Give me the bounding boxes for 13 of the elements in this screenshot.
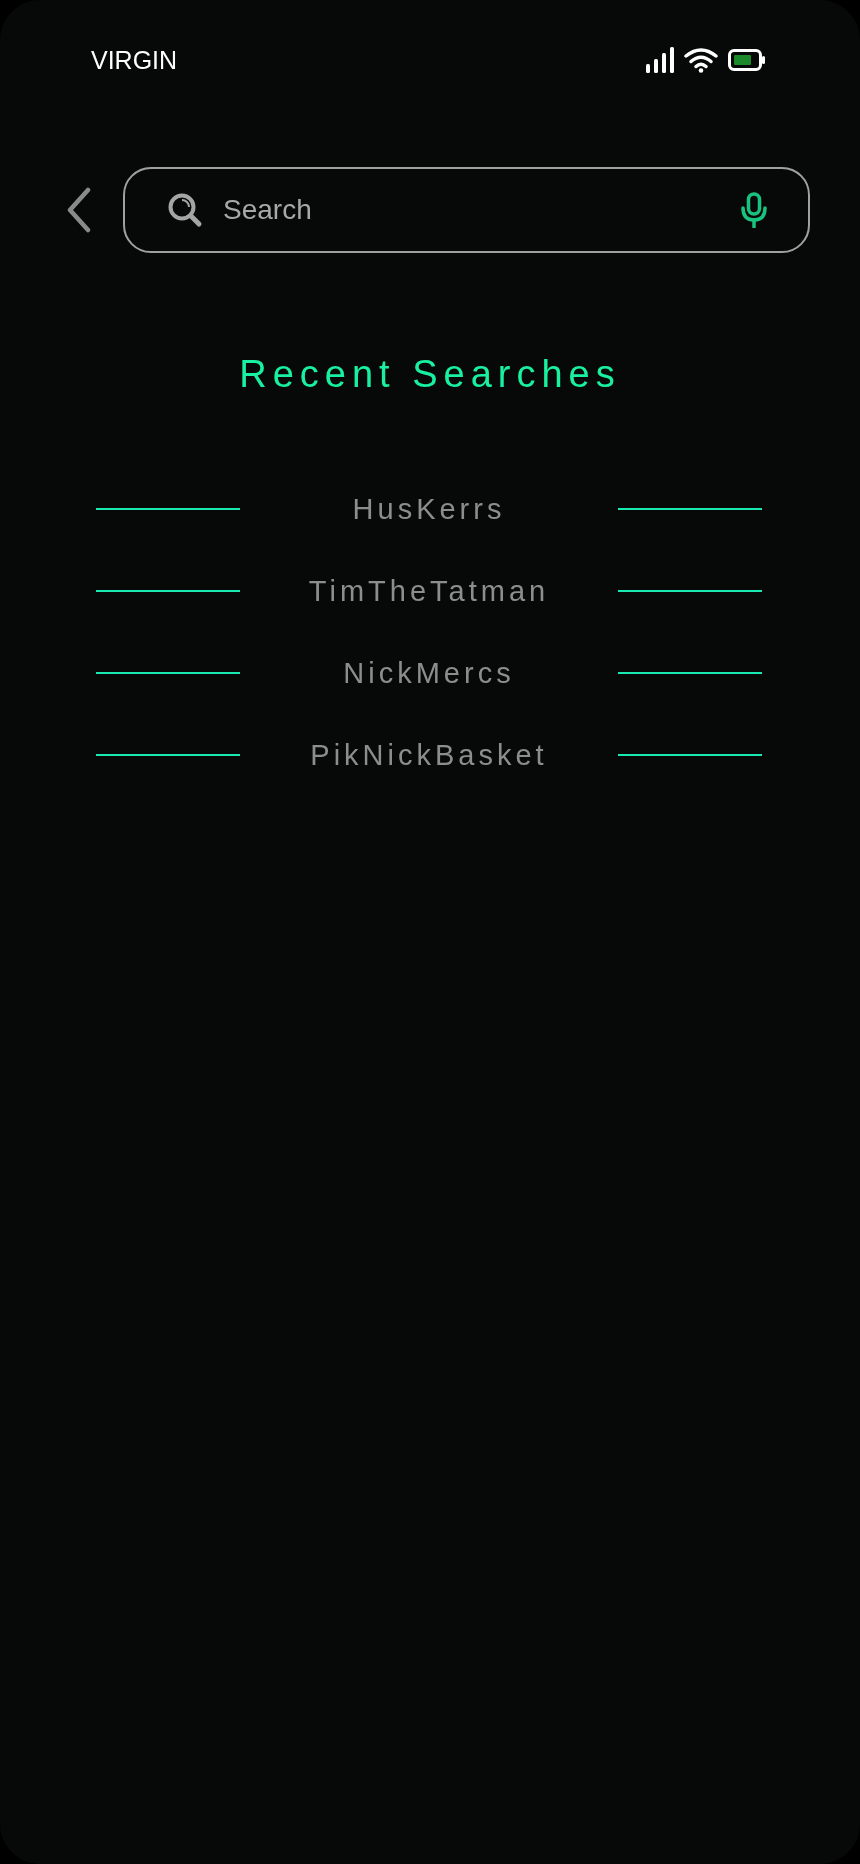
wifi-icon xyxy=(684,47,718,73)
section-title: Recent Searches xyxy=(238,353,622,396)
search-icon xyxy=(167,192,203,228)
battery-icon xyxy=(728,49,766,71)
recent-search-item[interactable]: PikNickBasket xyxy=(310,738,548,772)
recent-search-item[interactable]: NickMercs xyxy=(343,656,515,690)
recent-search-item[interactable]: HusKerrs xyxy=(352,492,506,526)
recent-search-item[interactable]: TimTheTatman xyxy=(308,574,550,608)
signal-icon xyxy=(646,47,674,73)
carrier-name: VIRGIN xyxy=(91,45,178,75)
microphone-icon[interactable] xyxy=(740,192,768,228)
search-field[interactable]: Search xyxy=(123,167,810,253)
search-input[interactable]: Search xyxy=(221,193,722,227)
